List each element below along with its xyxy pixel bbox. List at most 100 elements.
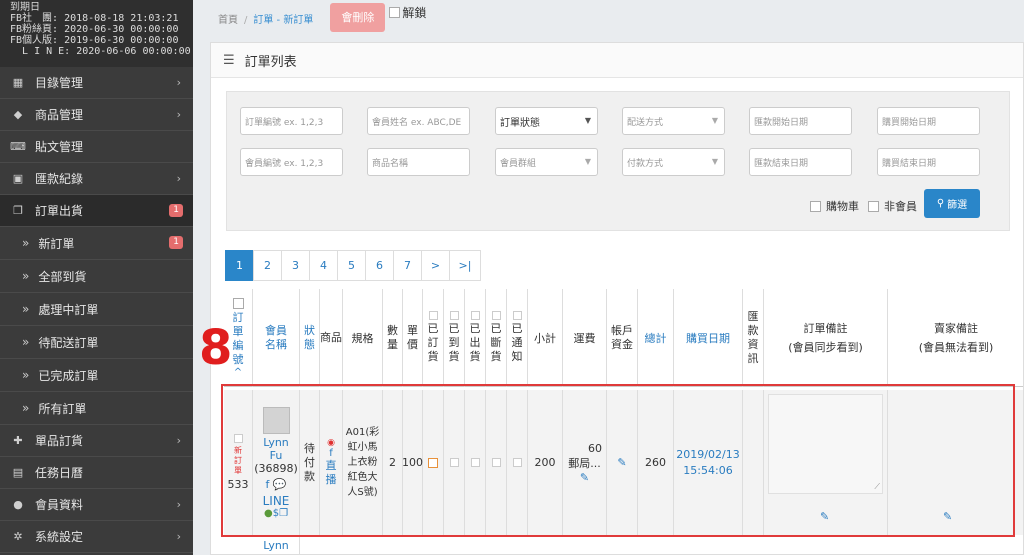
select-all-checkbox[interactable]	[232, 297, 244, 309]
non-member-label: 非會員	[884, 200, 917, 213]
payment-select[interactable]: 付款方式 ▼	[622, 148, 725, 176]
caret-down-icon: ▼	[584, 157, 591, 166]
sidebar-item-members[interactable]: ● 會員資料 ›	[0, 489, 193, 521]
member-group-select[interactable]: 會員群組 ▼	[495, 148, 598, 176]
cutoff-checkbox[interactable]	[491, 458, 501, 467]
product-name-input[interactable]: 商品名稱	[367, 148, 470, 176]
member-first-name[interactable]: Lynn	[263, 539, 289, 552]
sidebar-item-single-order[interactable]: ✚ 單品訂貨 ›	[0, 425, 193, 457]
edit-order-note-icon[interactable]: ✎	[820, 510, 829, 523]
sidebar-item-posts[interactable]: ⌨ 貼文管理	[0, 131, 193, 163]
comment-icon[interactable]: 💬	[273, 478, 287, 491]
sidebar-subitem-completed[interactable]: » 已完成訂單	[0, 359, 193, 392]
buy-end-input[interactable]: 購買結束日期	[877, 148, 980, 176]
page-6[interactable]: 6	[365, 250, 394, 281]
facebook-icon[interactable]: f	[265, 478, 269, 491]
delete-button[interactable]: 會刪除	[330, 2, 386, 32]
page-5[interactable]: 5	[337, 250, 366, 281]
sidebar-item-calendar[interactable]: ▤ 任務日曆	[0, 457, 193, 489]
sidebar-subitem-processing[interactable]: » 處理中訂單	[0, 293, 193, 326]
ordered-checkbox[interactable]	[428, 457, 438, 468]
table-row[interactable]: 新訂單 533 Lynn Fu (36898) f 💬 LINE ●$❐ 待付款…	[224, 390, 1023, 535]
page-2[interactable]: 2	[253, 250, 282, 281]
remit-end-input[interactable]: 匯款結束日期	[749, 148, 852, 176]
copy-icon[interactable]: ❐	[279, 508, 288, 519]
cell-cutoff	[486, 390, 507, 535]
unlock-checkbox[interactable]	[389, 6, 401, 18]
double-chevron-icon: »	[22, 401, 30, 415]
status-value: 待付款	[304, 441, 315, 483]
order-status-select[interactable]: 訂單狀態 ▼	[495, 107, 598, 135]
topbar: 首頁 / 訂單 - 新訂單 會刪除 解鎖	[193, 0, 1024, 36]
arrived-checkbox[interactable]	[449, 458, 459, 467]
col-status[interactable]: 狀態	[300, 289, 320, 387]
sidebar-subitem-new-orders[interactable]: » 新訂單 1	[0, 227, 193, 260]
source-label[interactable]: 直播	[325, 459, 337, 487]
gift-icon: ✚	[13, 434, 23, 447]
cell-qty: 2	[383, 390, 403, 535]
cell-order-no: 新訂單 533	[224, 390, 253, 535]
col-member-name[interactable]: 會員名稱	[253, 289, 300, 387]
cell-ordered	[423, 390, 444, 535]
edit-shipping-icon[interactable]: ✎	[580, 471, 589, 484]
chevron-right-icon: ›	[176, 172, 181, 185]
col-shipped-checkbox[interactable]	[470, 311, 480, 320]
edit-funds-icon[interactable]: ✎	[617, 456, 626, 469]
page-1[interactable]: 1	[225, 250, 254, 281]
sidebar-item-orders[interactable]: ❐ 訂單出貨 1	[0, 195, 193, 227]
page-last[interactable]: >|	[449, 250, 481, 281]
line-link[interactable]: LINE	[263, 494, 290, 508]
tags-icon: ◆	[13, 108, 23, 121]
sidebar-subitem-to-deliver[interactable]: » 待配送訂單	[0, 326, 193, 359]
sidebar-item-products[interactable]: ◆ 商品管理 ›	[0, 99, 193, 131]
non-member-filter[interactable]: 非會員	[868, 198, 917, 214]
col-order-no-label: 訂單編號	[232, 310, 244, 366]
member-first-name[interactable]: Lynn	[263, 436, 289, 449]
breadcrumb-current[interactable]: 訂單 - 新訂單	[253, 15, 313, 26]
cell-total: 260	[638, 390, 674, 535]
non-member-checkbox[interactable]	[868, 200, 879, 212]
subtotal-value: 200	[534, 456, 556, 469]
sidebar-item-remittance[interactable]: ▣ 匯款紀錄 ›	[0, 163, 193, 195]
sidebar-subitem-label: 處理中訂單	[38, 302, 99, 317]
sidebar-subitem-all-orders[interactable]: » 所有訂單	[0, 392, 193, 425]
notified-checkbox[interactable]	[512, 458, 522, 467]
page-7[interactable]: 7	[393, 250, 422, 281]
cell-price: 100	[402, 390, 423, 535]
edit-seller-note-icon[interactable]: ✎	[943, 510, 952, 523]
sidebar-item-settings[interactable]: ✲ 系統設定 ›	[0, 521, 193, 553]
col-buy-date[interactable]: 購買日期	[674, 289, 743, 387]
cart-checkbox[interactable]	[810, 200, 821, 212]
user-icon[interactable]: ●	[264, 508, 273, 519]
member-no-input[interactable]: 會員編號 ex. 1,2,3	[240, 148, 343, 176]
page-next[interactable]: >	[421, 250, 450, 281]
delivery-select[interactable]: 配送方式 ▼	[622, 107, 725, 135]
col-ordered-checkbox[interactable]	[428, 311, 438, 320]
table-row[interactable]: Lynn	[224, 535, 1023, 554]
member-last-name[interactable]: Fu	[270, 449, 283, 462]
member-name-input[interactable]: 會員姓名 ex. ABC,DE	[367, 107, 470, 135]
order-no-input[interactable]: 訂單編號 ex. 1,2,3	[240, 107, 343, 135]
col-cutoff-checkbox[interactable]	[491, 311, 501, 320]
page-4[interactable]: 4	[309, 250, 338, 281]
buy-start-input[interactable]: 購買開始日期	[877, 107, 980, 135]
col-buy-date-label: 購買日期	[686, 331, 730, 345]
col-total[interactable]: 總計	[638, 289, 674, 387]
sidebar-item-catalog[interactable]: ▦ 目錄管理 ›	[0, 67, 193, 99]
table-icon: ▦	[12, 76, 24, 89]
sidebar-subitem-all-arrived[interactable]: » 全部到貨	[0, 260, 193, 293]
chevron-right-icon: ›	[176, 76, 181, 89]
page-3[interactable]: 3	[281, 250, 310, 281]
filter-button[interactable]: ⚲ 篩選	[924, 189, 980, 218]
col-arrived-checkbox[interactable]	[449, 311, 459, 320]
col-notified-checkbox[interactable]	[512, 311, 522, 320]
order-note-textarea[interactable]: ⟋	[768, 394, 883, 494]
row-checkbox[interactable]	[233, 434, 243, 443]
col-order-note-sub: (會員同步看到)	[788, 341, 863, 354]
shipped-checkbox[interactable]	[470, 458, 480, 467]
breadcrumb-home[interactable]: 首頁	[218, 15, 238, 26]
remit-start-input[interactable]: 匯款開始日期	[749, 107, 852, 135]
gear-icon: ✲	[13, 530, 23, 543]
unlock-toggle[interactable]: 解鎖	[389, 4, 426, 21]
cart-filter[interactable]: 購物車	[810, 198, 859, 214]
